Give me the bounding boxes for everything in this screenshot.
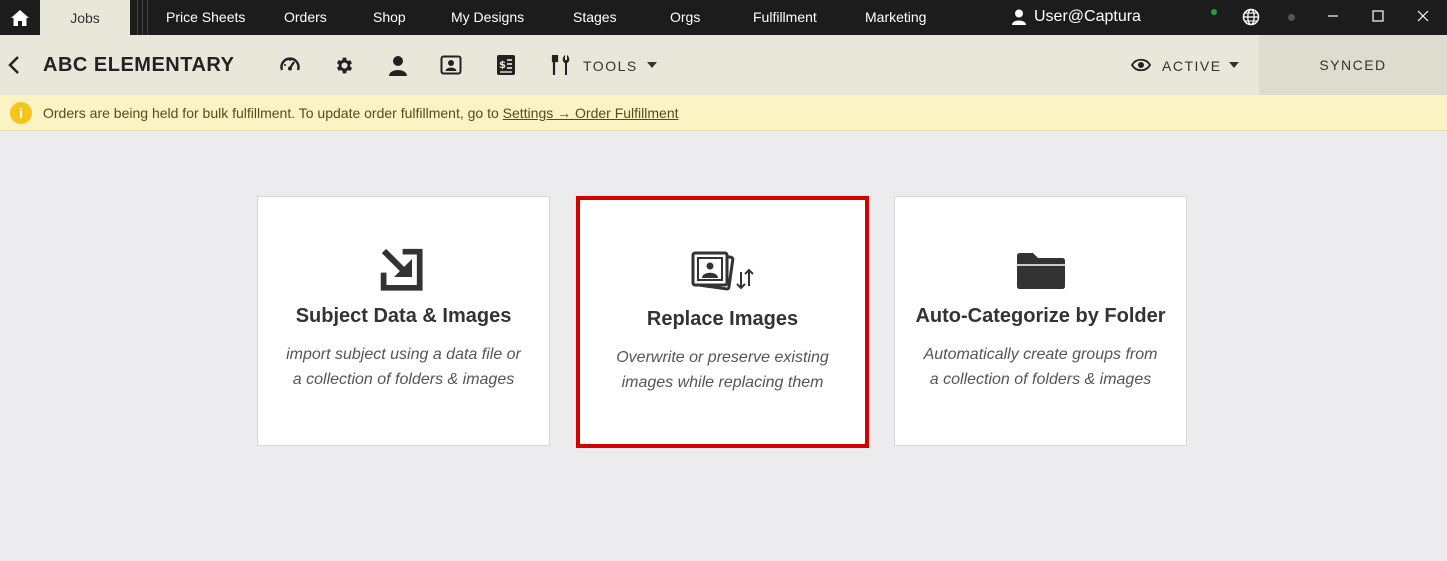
user-menu[interactable]: User@Captura (1012, 8, 1141, 26)
maximize-icon (1372, 10, 1384, 22)
online-status-dot (1211, 9, 1217, 15)
globe-icon (1242, 8, 1260, 26)
photo-id-button[interactable] (440, 54, 462, 76)
folder-icon (1016, 253, 1065, 289)
minimize-icon (1328, 15, 1338, 17)
tab-orders[interactable]: Orders (284, 9, 327, 25)
replace-images-card[interactable]: Replace Images Overwrite or preserve exi… (576, 196, 869, 448)
user-name: User@Captura (1034, 8, 1141, 25)
fulfillment-notice-banner: i Orders are being held for bulk fulfill… (0, 95, 1447, 131)
tools-menu-label[interactable]: TOOLS (583, 58, 638, 74)
close-icon (1417, 10, 1429, 22)
tools-button[interactable] (550, 54, 572, 76)
tab-shop[interactable]: Shop (373, 9, 406, 25)
price-list-icon: $ (497, 55, 515, 75)
tools-dropdown-caret-icon[interactable] (647, 62, 657, 68)
nav-divider (130, 0, 154, 35)
status-dropdown-label[interactable]: ACTIVE (1162, 58, 1222, 74)
dashboard-icon (280, 57, 300, 71)
card-title: Subject Data & Images (295, 305, 512, 327)
card-icon-wrap (895, 252, 1186, 290)
job-toolbar: ABC ELEMENTARY $ TOOLS ACTIVE SYNCED (0, 35, 1447, 95)
banner-text: Orders are being held for bulk fulfillme… (43, 105, 503, 121)
language-button[interactable] (1242, 8, 1260, 31)
tab-orgs[interactable]: Orgs (670, 9, 700, 25)
card-description-line-2: a collection of folders & images (292, 371, 515, 388)
replace-images-icon (691, 251, 754, 291)
person-icon (389, 55, 407, 76)
maximize-button[interactable] (1368, 6, 1388, 26)
card-description-line-1: Overwrite or preserve existing (616, 349, 829, 366)
tab-my-designs[interactable]: My Designs (451, 9, 524, 25)
dashboard-button[interactable] (279, 54, 301, 76)
card-description-line-1: import subject using a data file or (286, 346, 521, 363)
minimize-button[interactable] (1323, 6, 1343, 26)
home-icon (11, 9, 29, 26)
sync-status-button[interactable]: SYNCED (1259, 35, 1447, 95)
card-icon-wrap (580, 250, 865, 292)
auto-categorize-folder-card[interactable]: Auto-Categorize by Folder Automatically … (894, 196, 1187, 446)
settings-button[interactable] (333, 54, 355, 76)
close-button[interactable] (1413, 6, 1433, 26)
order-fulfillment-settings-link[interactable]: Settings → Order Fulfillment (503, 105, 679, 121)
card-title: Auto-Categorize by Folder (915, 305, 1166, 327)
card-description-line-2: images while replacing them (621, 374, 824, 391)
user-icon (1012, 9, 1026, 25)
subjects-button[interactable] (387, 54, 409, 76)
price-list-button[interactable]: $ (495, 54, 517, 76)
tab-marketing[interactable]: Marketing (865, 9, 926, 25)
svg-text:$: $ (499, 60, 506, 71)
home-button[interactable] (0, 0, 40, 35)
card-description-line-2: a collection of folders & images (929, 371, 1152, 388)
subject-data-images-card[interactable]: Subject Data & Images import subject usi… (257, 196, 550, 446)
back-icon (8, 56, 19, 74)
eye-icon (1131, 58, 1151, 72)
tab-price-sheets[interactable]: Price Sheets (166, 9, 245, 25)
info-icon: i (10, 102, 32, 124)
import-arrow-icon (380, 248, 423, 291)
back-button[interactable] (6, 55, 24, 75)
tab-fulfillment[interactable]: Fulfillment (753, 9, 817, 25)
visibility-button[interactable] (1130, 54, 1152, 76)
gear-icon (336, 57, 352, 73)
sync-status-label: SYNCED (1319, 57, 1387, 73)
card-icon-wrap (258, 247, 549, 293)
status-dropdown-caret-icon[interactable] (1229, 62, 1239, 68)
tools-icon (551, 55, 570, 75)
banner-message: Orders are being held for bulk fulfillme… (43, 105, 679, 121)
photo-id-icon (440, 55, 462, 75)
tab-jobs[interactable]: Jobs (40, 0, 130, 35)
card-title: Replace Images (646, 308, 799, 330)
notification-dot (1288, 14, 1295, 21)
job-title: ABC ELEMENTARY (43, 54, 235, 76)
card-description-line-1: Automatically create groups from (923, 346, 1158, 363)
tab-stages[interactable]: Stages (573, 9, 617, 25)
